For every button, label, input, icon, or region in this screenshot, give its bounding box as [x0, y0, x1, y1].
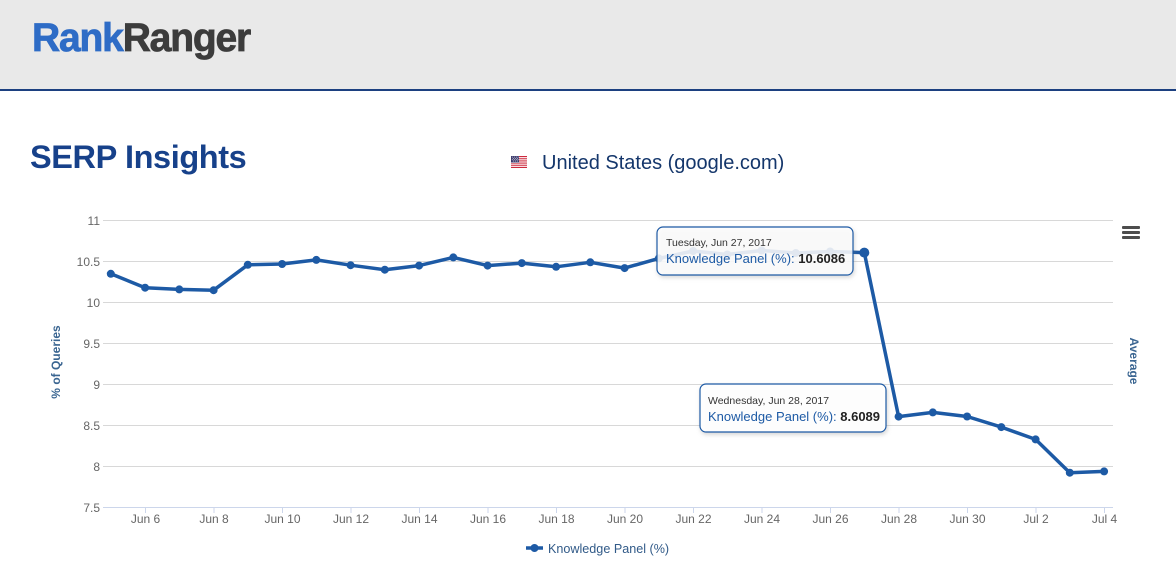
svg-text:Jun 6: Jun 6: [131, 512, 161, 526]
svg-text:Jun 30: Jun 30: [949, 512, 985, 526]
svg-text:8: 8: [93, 460, 100, 474]
svg-text:Jun 12: Jun 12: [333, 512, 369, 526]
svg-text:Jul 2: Jul 2: [1023, 512, 1049, 526]
svg-text:Jul 4: Jul 4: [1092, 512, 1118, 526]
svg-text:Jun 28: Jun 28: [881, 512, 917, 526]
svg-text:Jun 18: Jun 18: [538, 512, 574, 526]
svg-text:7.5: 7.5: [83, 501, 100, 515]
svg-text:Knowledge Panel (%): 10.6086: Knowledge Panel (%): 10.6086: [666, 251, 845, 266]
svg-text:11: 11: [88, 214, 101, 228]
svg-text:Average: Average: [1127, 338, 1141, 385]
svg-text:Jun 10: Jun 10: [264, 512, 300, 526]
svg-text:% of Queries: % of Queries: [49, 325, 63, 399]
svg-text:Knowledge Panel (%): Knowledge Panel (%): [548, 542, 669, 556]
svg-text:Tuesday, Jun 27, 2017: Tuesday, Jun 27, 2017: [666, 237, 772, 249]
svg-text:Jun 14: Jun 14: [401, 512, 437, 526]
svg-text:Knowledge Panel (%): 8.6089: Knowledge Panel (%): 8.6089: [708, 409, 880, 424]
svg-text:9: 9: [93, 378, 100, 392]
svg-text:9.5: 9.5: [83, 337, 100, 351]
svg-text:Jun 24: Jun 24: [744, 512, 780, 526]
svg-text:Jun 26: Jun 26: [812, 512, 848, 526]
svg-text:10: 10: [87, 296, 101, 310]
svg-text:Jun 20: Jun 20: [607, 512, 643, 526]
svg-text:8.5: 8.5: [83, 419, 100, 433]
svg-text:10.5: 10.5: [77, 255, 101, 269]
svg-text:Jun 22: Jun 22: [675, 512, 711, 526]
svg-text:Jun 8: Jun 8: [199, 512, 229, 526]
svg-text:Jun 16: Jun 16: [470, 512, 506, 526]
svg-text:Wednesday, Jun 28, 2017: Wednesday, Jun 28, 2017: [708, 395, 829, 407]
